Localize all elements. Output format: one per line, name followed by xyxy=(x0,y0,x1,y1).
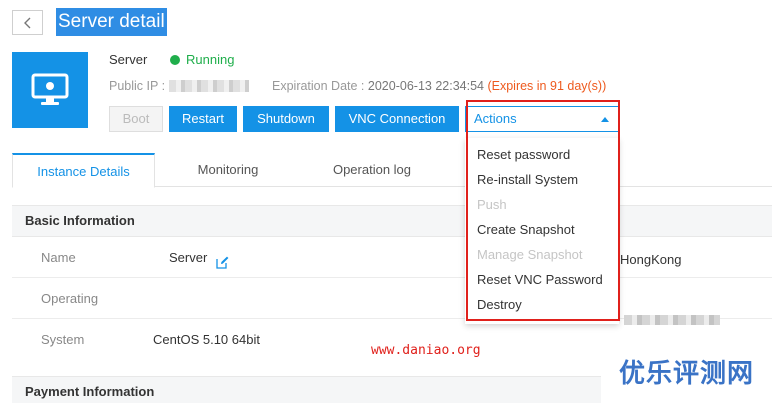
watermark-logo: 优乐评测网 xyxy=(601,340,772,403)
public-ip-row: Public IP : xyxy=(109,79,250,93)
public-ip-value-redacted xyxy=(169,80,250,92)
server-monitor-icon xyxy=(12,52,88,128)
row-label: System xyxy=(41,332,85,347)
region-value: HongKong xyxy=(620,252,682,267)
actions-label: Actions xyxy=(474,111,517,126)
public-ip-label: Public IP : xyxy=(109,79,166,93)
menu-item-create-snapshot[interactable]: Create Snapshot xyxy=(465,217,619,242)
tab-operation-log[interactable]: Operation log xyxy=(324,153,420,187)
edit-icon[interactable] xyxy=(216,256,229,269)
expires-note: (Expires in 91 day(s)) xyxy=(487,79,607,93)
chevron-left-icon xyxy=(23,17,30,28)
menu-item-push: Push xyxy=(477,197,507,212)
actions-menu: Reset password Re-install System Push Cr… xyxy=(465,138,619,324)
actions-dropdown[interactable]: Actions xyxy=(465,106,619,132)
menu-item-destroy[interactable]: Destroy xyxy=(465,292,619,317)
menu-item-reinstall-system[interactable]: Re-install System xyxy=(465,167,619,192)
row-label: Name xyxy=(41,250,76,265)
caret-up-icon xyxy=(601,117,609,122)
basic-info-header: Basic Information xyxy=(12,205,772,237)
back-button[interactable] xyxy=(12,10,43,35)
menu-item-reset-password[interactable]: Reset password xyxy=(465,142,619,167)
row-value: CentOS 5.10 64bit xyxy=(153,332,260,347)
menu-item-reset-vnc-password[interactable]: Reset VNC Password xyxy=(465,267,619,292)
row-label: Operating xyxy=(41,291,99,306)
restart-button[interactable]: Restart xyxy=(169,106,237,132)
expiration-label: Expiration Date : xyxy=(272,79,365,93)
expiration-row: Expiration Date : 2020-06-13 22:34:54 (E… xyxy=(272,79,606,93)
page-title: Server detail xyxy=(56,8,167,36)
watermark-url: www.daniao.org xyxy=(371,343,481,358)
tab-bar: Instance Details Monitoring Operation lo… xyxy=(12,153,772,188)
info-row-operating: Operating xyxy=(12,279,772,319)
tab-monitoring[interactable]: Monitoring xyxy=(182,153,274,187)
shutdown-button[interactable]: Shutdown xyxy=(243,106,329,132)
expiration-date: 2020-06-13 22:34:54 xyxy=(367,79,484,93)
boot-button[interactable]: Boot xyxy=(109,106,163,132)
vnc-connection-button[interactable]: VNC Connection xyxy=(335,106,459,132)
status-dot-icon xyxy=(170,54,180,65)
row-value: Server xyxy=(169,250,208,265)
tab-instance-details[interactable]: Instance Details xyxy=(12,153,155,188)
status-badge: Running xyxy=(170,52,234,67)
status-text: Running xyxy=(186,52,235,67)
server-name: Server xyxy=(109,52,148,67)
menu-item-manage-snapshot: Manage Snapshot xyxy=(477,247,583,262)
